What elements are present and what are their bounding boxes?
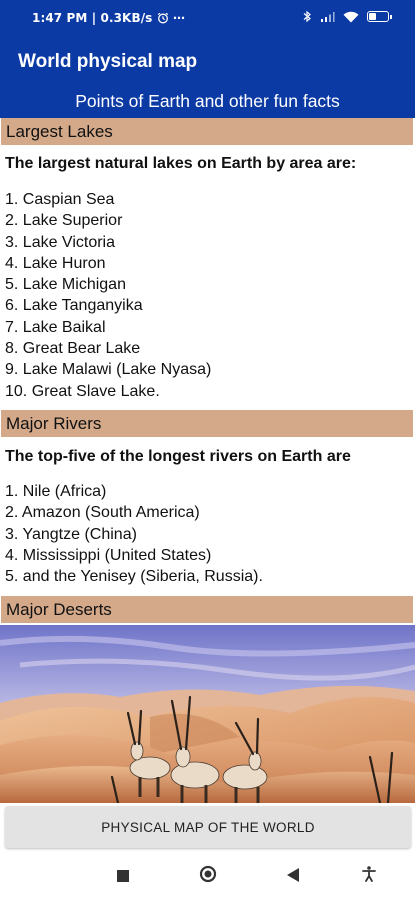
recent-apps-button[interactable] xyxy=(113,866,133,886)
bluetooth-icon xyxy=(303,10,312,23)
list-item: 4. Mississippi (United States) xyxy=(5,546,212,564)
circle-icon xyxy=(199,865,217,887)
list-item: 3. Lake Victoria xyxy=(5,233,115,251)
battery-icon xyxy=(367,11,392,22)
list-item: 7. Lake Baikal xyxy=(5,318,106,336)
list-item: 2. Lake Superior xyxy=(5,212,123,230)
list-item: 5. and the Yenisey (Siberia, Russia). xyxy=(5,568,263,586)
triangle-back-icon xyxy=(287,867,299,886)
list-item: 1. Caspian Sea xyxy=(5,191,115,208)
section-header-deserts: Major Deserts xyxy=(1,596,413,623)
square-icon xyxy=(117,867,129,886)
rivers-intro: The top-five of the longest rivers on Ea… xyxy=(5,448,351,465)
list-item: 1. Nile (Africa) xyxy=(5,483,107,500)
signal-icon xyxy=(320,11,335,23)
accessibility-button[interactable] xyxy=(359,866,379,886)
rivers-list: 1. Nile (Africa) 2. Amazon (South Americ… xyxy=(5,481,263,587)
system-nav-bar xyxy=(0,852,415,900)
section-header-lakes: Largest Lakes xyxy=(1,118,413,145)
list-item: 8. Great Bear Lake xyxy=(5,340,141,358)
lakes-list: 1. Caspian Sea 2. Lake Superior 3. Lake … xyxy=(5,189,211,402)
list-item: 9. Lake Malawi (Lake Nyasa) xyxy=(5,361,212,379)
list-item: 6. Lake Tanganyika xyxy=(5,297,143,315)
lakes-intro: The largest natural lakes on Earth by ar… xyxy=(5,155,357,172)
section-header-rivers: Major Rivers xyxy=(1,410,413,437)
app-bar: World physical map Points of Earth and o… xyxy=(0,36,415,118)
list-item: 5. Lake Michigan xyxy=(5,276,126,294)
accessibility-icon xyxy=(362,866,376,886)
status-bar: 1:47 PM | 0.3KB/s ⋯ xyxy=(0,0,415,36)
more-notifications-icon: ⋯ xyxy=(173,11,186,25)
wifi-icon xyxy=(343,11,359,23)
app-title: World physical map xyxy=(18,51,198,72)
list-item: 3. Yangtze (China) xyxy=(5,525,137,543)
status-time-speed: 1:47 PM | 0.3KB/s ⋯ xyxy=(32,11,186,27)
alarm-icon xyxy=(157,12,169,27)
list-item: 4. Lake Huron xyxy=(5,254,106,272)
back-button[interactable] xyxy=(283,866,303,886)
desert-oryx-image xyxy=(0,625,415,803)
list-item: 10. Great Slave Lake. xyxy=(5,382,160,400)
list-item: 2. Amazon (South America) xyxy=(5,504,200,522)
home-button[interactable] xyxy=(198,865,218,887)
app-subtitle: Points of Earth and other fun facts xyxy=(75,91,340,111)
physical-map-button[interactable]: PHYSICAL MAP OF THE WORLD xyxy=(5,806,411,848)
